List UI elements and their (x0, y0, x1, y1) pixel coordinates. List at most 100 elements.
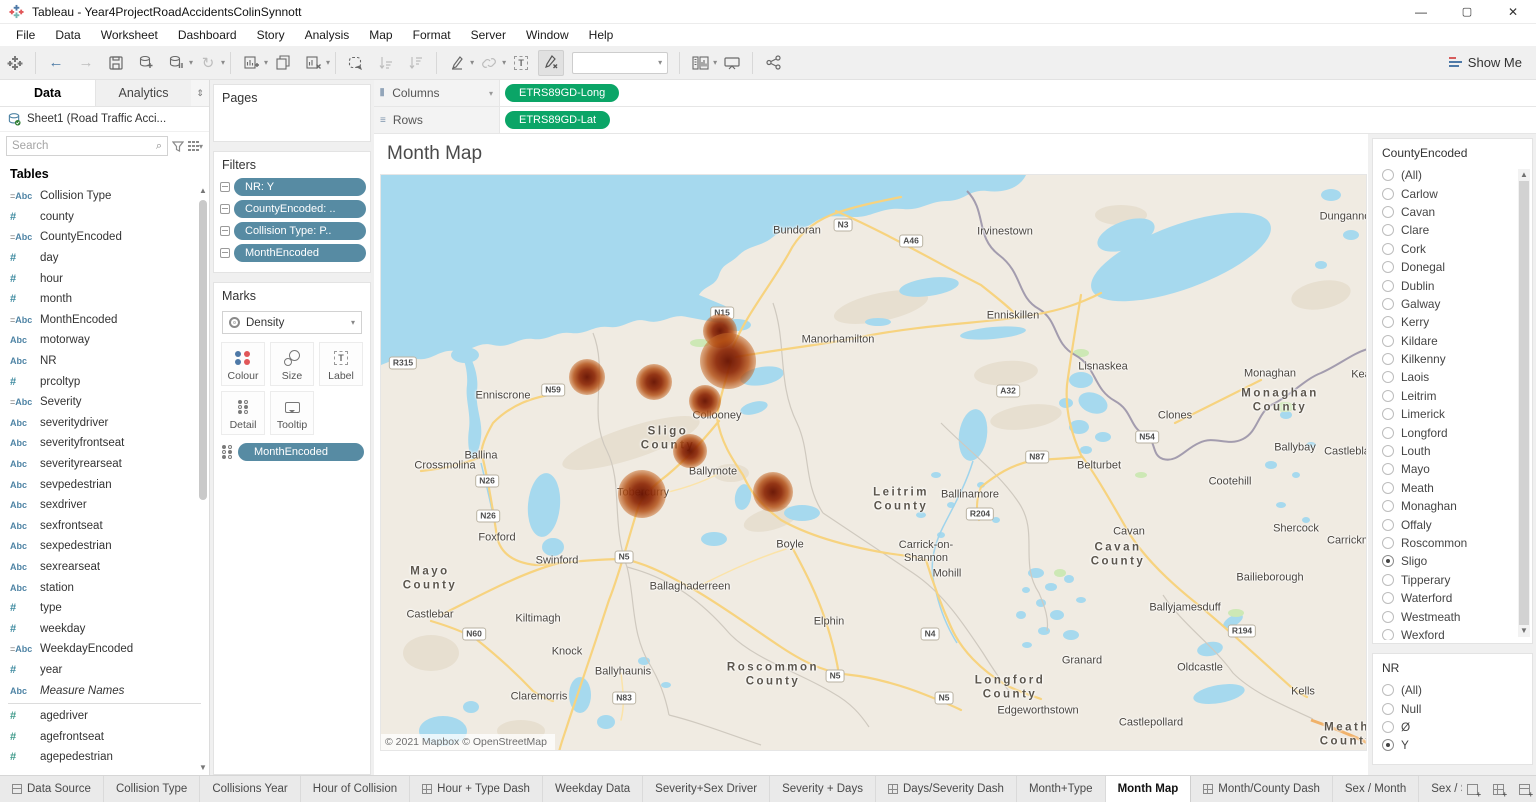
filters-shelf[interactable]: Filters NR: YCountyEncoded: ..Collision … (213, 151, 371, 273)
filter-pill-countyencoded[interactable]: CountyEncoded: .. (234, 200, 366, 218)
county-option-laois[interactable]: Laois (1373, 368, 1518, 386)
highlight-caret-icon[interactable]: ▾ (470, 58, 474, 67)
density-mark-5[interactable] (689, 385, 721, 417)
presentation-mode-icon[interactable] (719, 50, 745, 76)
group-members-icon[interactable] (343, 50, 369, 76)
field-hour[interactable]: #hour (0, 268, 209, 289)
county-option-offaly[interactable]: Offaly (1373, 515, 1518, 533)
field-month[interactable]: #month (0, 289, 209, 310)
radio-icon[interactable] (1382, 353, 1394, 365)
menu-file[interactable]: File (6, 26, 45, 44)
field-agedriver[interactable]: #agedriver (0, 706, 209, 727)
county-scrollbar[interactable]: ▲ ▼ (1518, 169, 1530, 637)
data-source-connection[interactable]: Sheet1 (Road Traffic Acci... (0, 107, 209, 132)
tab-sex-month[interactable]: Sex / Month (1333, 776, 1419, 802)
menu-story[interactable]: Story (247, 26, 295, 44)
radio-icon[interactable] (1382, 592, 1394, 604)
nr-option-y[interactable]: Y (1373, 736, 1532, 754)
pane-control-icon[interactable]: ⇕ (191, 80, 209, 106)
radio-icon[interactable] (1382, 611, 1394, 623)
menu-worksheet[interactable]: Worksheet (91, 26, 168, 44)
density-mark-4[interactable] (636, 364, 672, 400)
radio-icon[interactable] (1382, 371, 1394, 383)
field-countyencoded[interactable]: =AbcCountyEncoded (0, 227, 209, 248)
tooltip-button[interactable]: Tooltip (270, 391, 314, 435)
radio-icon[interactable] (1382, 243, 1394, 255)
county-option-mayo[interactable]: Mayo (1373, 460, 1518, 478)
county-option-roscommon[interactable]: Roscommon (1373, 534, 1518, 552)
label-button[interactable]: T Label (319, 342, 363, 386)
rows-shelf[interactable]: ≡ Rows ETRS89GD-Lat (374, 107, 1536, 134)
columns-pill[interactable]: ETRS89GD-Long (505, 84, 619, 102)
new-worksheet-icon[interactable] (238, 50, 264, 76)
field-severityfrontseat[interactable]: Abcseverityfrontseat (0, 433, 209, 454)
fix-axes-icon[interactable] (538, 50, 564, 76)
columns-caret-icon[interactable]: ▾ (489, 89, 493, 98)
tab-data[interactable]: Data (0, 80, 96, 106)
county-option-carlow[interactable]: Carlow (1373, 184, 1518, 202)
map-canvas[interactable]: © 2021 Mapbox © OpenStreetMap BundoranIr… (380, 174, 1367, 751)
county-option-waterford[interactable]: Waterford (1373, 589, 1518, 607)
radio-icon[interactable] (1382, 390, 1394, 402)
radio-icon[interactable] (1382, 335, 1394, 347)
radio-icon[interactable] (1382, 482, 1394, 494)
menu-window[interactable]: Window (516, 26, 579, 44)
county-option-cork[interactable]: Cork (1373, 240, 1518, 258)
county-option-leitrim[interactable]: Leitrim (1373, 387, 1518, 405)
radio-icon[interactable] (1382, 703, 1394, 715)
tab-severity-sex-driver[interactable]: Severity+Sex Driver (643, 776, 770, 802)
sort-ascending-icon[interactable] (373, 50, 399, 76)
radio-icon[interactable] (1382, 298, 1394, 310)
format-link-icon[interactable] (476, 50, 502, 76)
field-day[interactable]: #day (0, 248, 209, 269)
county-option-tipperary[interactable]: Tipperary (1373, 571, 1518, 589)
minimize-icon[interactable]: — (1398, 0, 1444, 23)
field-severitydriver[interactable]: Abcseveritydriver (0, 413, 209, 434)
county-option-galway[interactable]: Galway (1373, 295, 1518, 313)
share-icon[interactable] (760, 50, 786, 76)
field-weekdayencoded[interactable]: =AbcWeekdayEncoded (0, 639, 209, 660)
rows-pill[interactable]: ETRS89GD-Lat (505, 111, 610, 129)
field-motorway[interactable]: Abcmotorway (0, 330, 209, 351)
tab-severity-days[interactable]: Severity + Days (770, 776, 876, 802)
radio-icon[interactable] (1382, 280, 1394, 292)
field-sexfrontseat[interactable]: Abcsexfrontseat (0, 516, 209, 537)
field-severity[interactable]: =AbcSeverity (0, 392, 209, 413)
radio-icon[interactable] (1382, 408, 1394, 420)
format-link-caret-icon[interactable]: ▾ (502, 58, 506, 67)
radio-icon[interactable] (1382, 261, 1394, 273)
county-option-limerick[interactable]: Limerick (1373, 405, 1518, 423)
radio-icon[interactable] (1382, 500, 1394, 512)
new-story-tab-icon[interactable]: + (1514, 780, 1534, 798)
county-option-dublin[interactable]: Dublin (1373, 276, 1518, 294)
maximize-icon[interactable]: ▢ (1444, 0, 1490, 23)
scroll-down-icon[interactable]: ▼ (1518, 625, 1530, 637)
tab-weekday-data[interactable]: Weekday Data (543, 776, 643, 802)
radio-icon[interactable] (1382, 445, 1394, 457)
tab-month-type[interactable]: Month+Type (1017, 776, 1106, 802)
radio-icon[interactable] (1382, 316, 1394, 328)
tab-collisions-year[interactable]: Collisions Year (200, 776, 300, 802)
redo-icon[interactable]: → (73, 50, 99, 76)
county-option-kildare[interactable]: Kildare (1373, 332, 1518, 350)
menu-map[interactable]: Map (359, 26, 402, 44)
county-option-cavan[interactable]: Cavan (1373, 203, 1518, 221)
radio-icon[interactable] (1382, 224, 1394, 236)
fit-selector-caret-icon[interactable]: ▾ (713, 58, 717, 67)
show-me-button[interactable]: Show Me (1435, 55, 1536, 70)
scroll-up-icon[interactable]: ▲ (198, 186, 208, 198)
run-updates-caret-icon[interactable]: ▾ (221, 58, 225, 67)
radio-icon[interactable] (1382, 629, 1394, 640)
field-year[interactable]: #year (0, 660, 209, 681)
nr-option--all-[interactable]: (All) (1373, 681, 1532, 699)
tab-data-source[interactable]: Data Source (0, 776, 104, 802)
radio-icon[interactable] (1382, 537, 1394, 549)
field-monthencoded[interactable]: =AbcMonthEncoded (0, 310, 209, 331)
filter-pill-monthencoded[interactable]: MonthEncoded (234, 244, 366, 262)
scroll-down-icon[interactable]: ▼ (198, 763, 208, 775)
field-measure-names[interactable]: AbcMeasure Names (0, 680, 209, 701)
menu-dashboard[interactable]: Dashboard (168, 26, 247, 44)
field-weekday[interactable]: #weekday (0, 618, 209, 639)
radio-icon[interactable] (1382, 463, 1394, 475)
save-icon[interactable] (103, 50, 129, 76)
